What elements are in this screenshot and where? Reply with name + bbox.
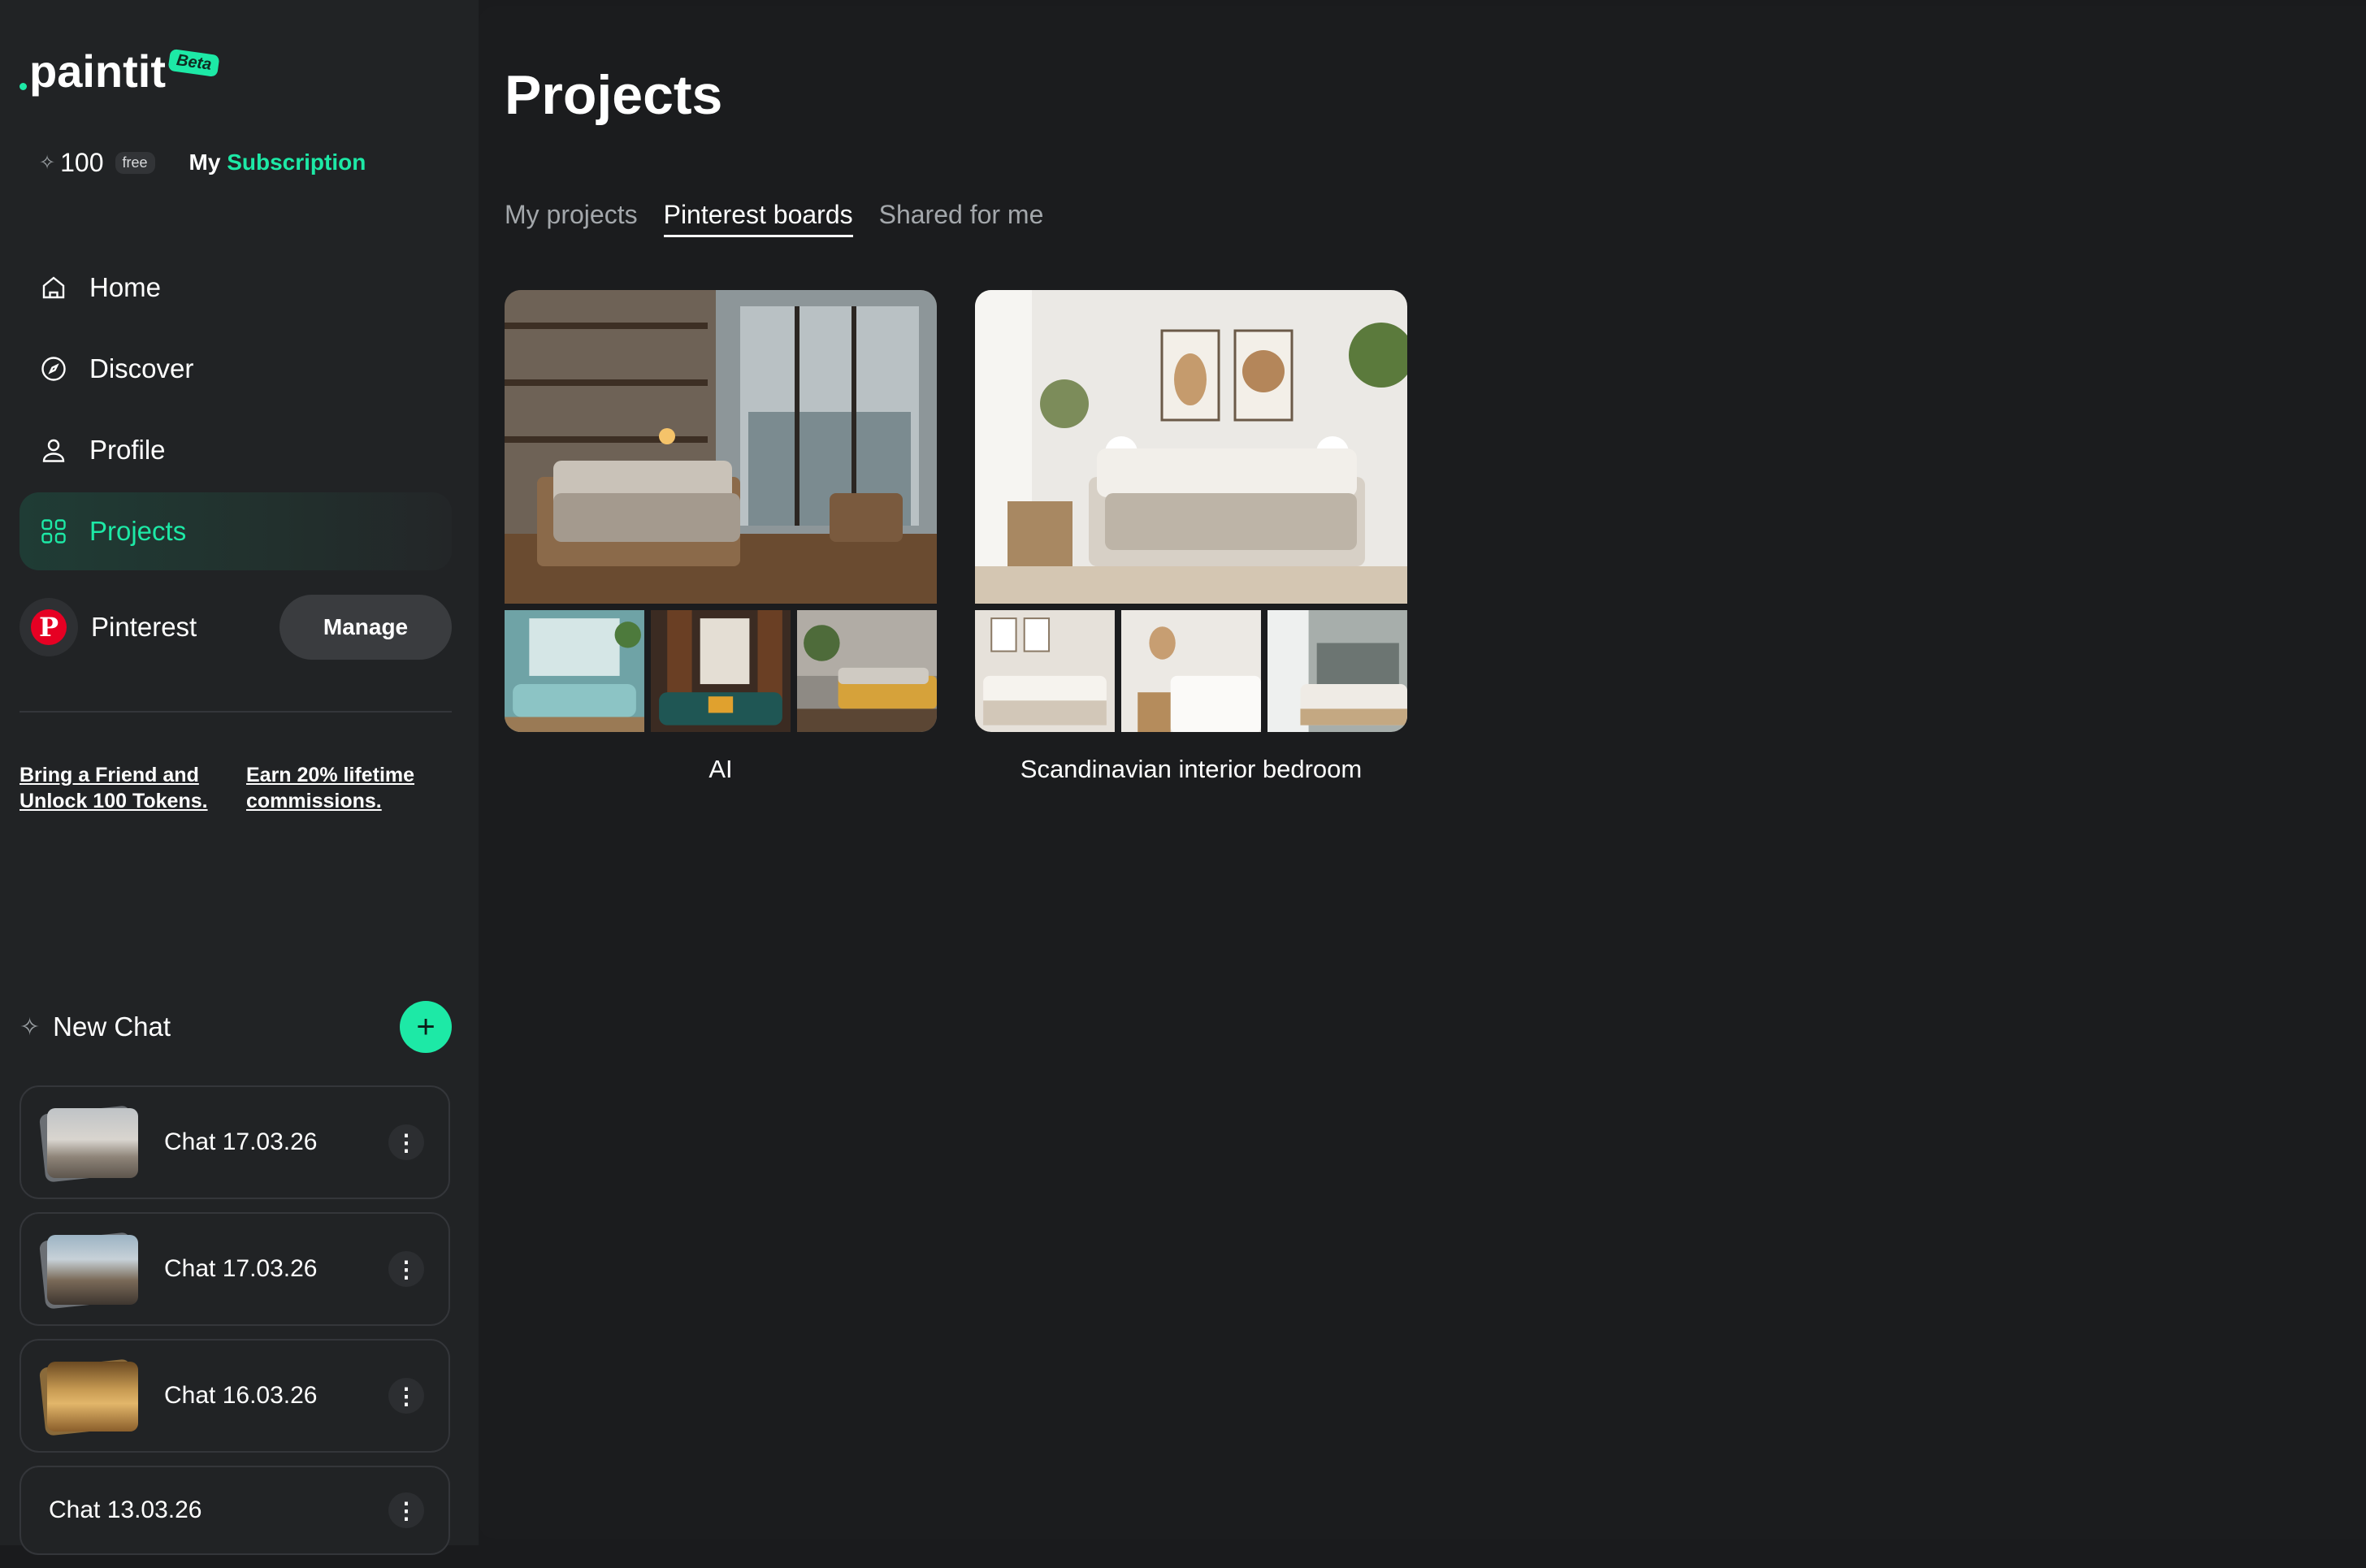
user-icon xyxy=(37,434,70,466)
compass-icon xyxy=(37,353,70,385)
chat-title: Chat 13.03.26 xyxy=(49,1497,202,1523)
board-grid: AI Scandinavian interior bedroom xyxy=(505,290,1445,784)
pinterest-icon: P xyxy=(20,598,78,656)
board-thumbnail xyxy=(1121,610,1261,732)
token-balance: ✧ 100 free My Subscription xyxy=(39,145,366,180)
chat-title: Chat 17.03.26 xyxy=(164,1128,318,1155)
nav-label-profile: Profile xyxy=(89,435,166,465)
chat-thumbnail xyxy=(38,1230,138,1310)
main-nav: Home Discover Profile Projects xyxy=(20,249,452,574)
board-thumbnail xyxy=(975,610,1115,732)
sidebar: paintit Beta ✧ 100 free My Subscription … xyxy=(0,0,479,1555)
board-cover-image xyxy=(505,290,937,604)
chat-title: Chat 16.03.26 xyxy=(164,1382,318,1409)
nav-item-profile[interactable]: Profile xyxy=(20,411,452,489)
my-subscription-link[interactable]: My Subscription xyxy=(189,149,366,175)
board-thumbnail xyxy=(651,610,791,732)
new-chat-button[interactable]: + xyxy=(400,1001,452,1053)
board-cover-image xyxy=(975,290,1407,604)
board-thumbnail xyxy=(797,610,937,732)
nav-item-home[interactable]: Home xyxy=(20,249,452,327)
paintit-logo[interactable]: paintit Beta xyxy=(20,45,220,97)
tab-shared-for-me[interactable]: Shared for me xyxy=(879,200,1044,237)
chat-thumbnail xyxy=(38,1357,138,1436)
chat-list: Chat 17.03.26 ⋮ Chat 17.03.26 ⋮ Chat 16.… xyxy=(20,1085,450,1568)
tier-badge: free xyxy=(115,151,155,174)
more-options-icon[interactable]: ⋮ xyxy=(388,1378,424,1414)
referral-link[interactable]: Bring a Friend and Unlock 100 Tokens. xyxy=(20,762,231,814)
nav-item-discover[interactable]: Discover xyxy=(20,330,452,408)
board-thumbnail xyxy=(1268,610,1407,732)
chat-list-item[interactable]: Chat 16.03.26 ⋮ xyxy=(20,1339,450,1453)
nav-label-home: Home xyxy=(89,272,162,302)
board-name: Scandinavian interior bedroom xyxy=(1020,755,1363,783)
new-chat-row: ✧ New Chat + xyxy=(20,999,452,1055)
beta-badge: Beta xyxy=(167,48,220,78)
manage-pinterest-button[interactable]: Manage xyxy=(280,595,452,660)
board-name: AI xyxy=(708,755,733,783)
board-card[interactable]: AI xyxy=(505,290,937,784)
chat-thumbnail xyxy=(38,1103,138,1183)
sidebar-divider xyxy=(20,711,452,713)
tab-pinterest-boards[interactable]: Pinterest boards xyxy=(663,200,853,237)
token-count: 100 xyxy=(60,147,104,177)
chat-title: Chat 17.03.26 xyxy=(164,1255,318,1282)
nav-label-discover: Discover xyxy=(89,353,194,383)
more-options-icon[interactable]: ⋮ xyxy=(388,1251,424,1287)
pinterest-label: Pinterest xyxy=(91,612,197,642)
board-thumbnail xyxy=(505,610,644,732)
tab-my-projects[interactable]: My projects xyxy=(505,200,638,237)
subscription-prefix: My xyxy=(188,149,228,175)
subscription-accent: Subscription xyxy=(227,149,366,175)
new-chat-label: New Chat xyxy=(53,1011,171,1042)
page-title: Projects xyxy=(505,64,723,126)
grid-icon xyxy=(37,515,70,548)
sparkle-icon: ✧ xyxy=(39,151,56,174)
nav-item-projects[interactable]: Projects xyxy=(20,492,452,570)
chat-list-item[interactable]: Chat 17.03.26 ⋮ xyxy=(20,1085,450,1199)
logo-wordmark: paintit xyxy=(29,45,166,97)
project-tabs: My projects Pinterest boards Shared for … xyxy=(505,200,1069,237)
home-icon xyxy=(37,271,70,304)
chat-list-item[interactable]: Chat 17.03.26 ⋮ xyxy=(20,1212,450,1326)
more-options-icon[interactable]: ⋮ xyxy=(388,1492,424,1528)
sparkle-icon: ✧ xyxy=(20,1013,41,1041)
pinterest-connection: P Pinterest Manage xyxy=(20,593,452,661)
chat-list-item[interactable]: Chat 13.03.26 ⋮ xyxy=(20,1466,450,1555)
affiliate-link[interactable]: Earn 20% lifetime commissions. xyxy=(246,762,457,814)
board-card[interactable]: Scandinavian interior bedroom xyxy=(975,290,1407,784)
more-options-icon[interactable]: ⋮ xyxy=(388,1124,424,1160)
nav-label-projects: Projects xyxy=(89,516,187,546)
main-content: Projects My projects Pinterest boards Sh… xyxy=(479,6,2366,1539)
logo-dot xyxy=(20,83,27,90)
